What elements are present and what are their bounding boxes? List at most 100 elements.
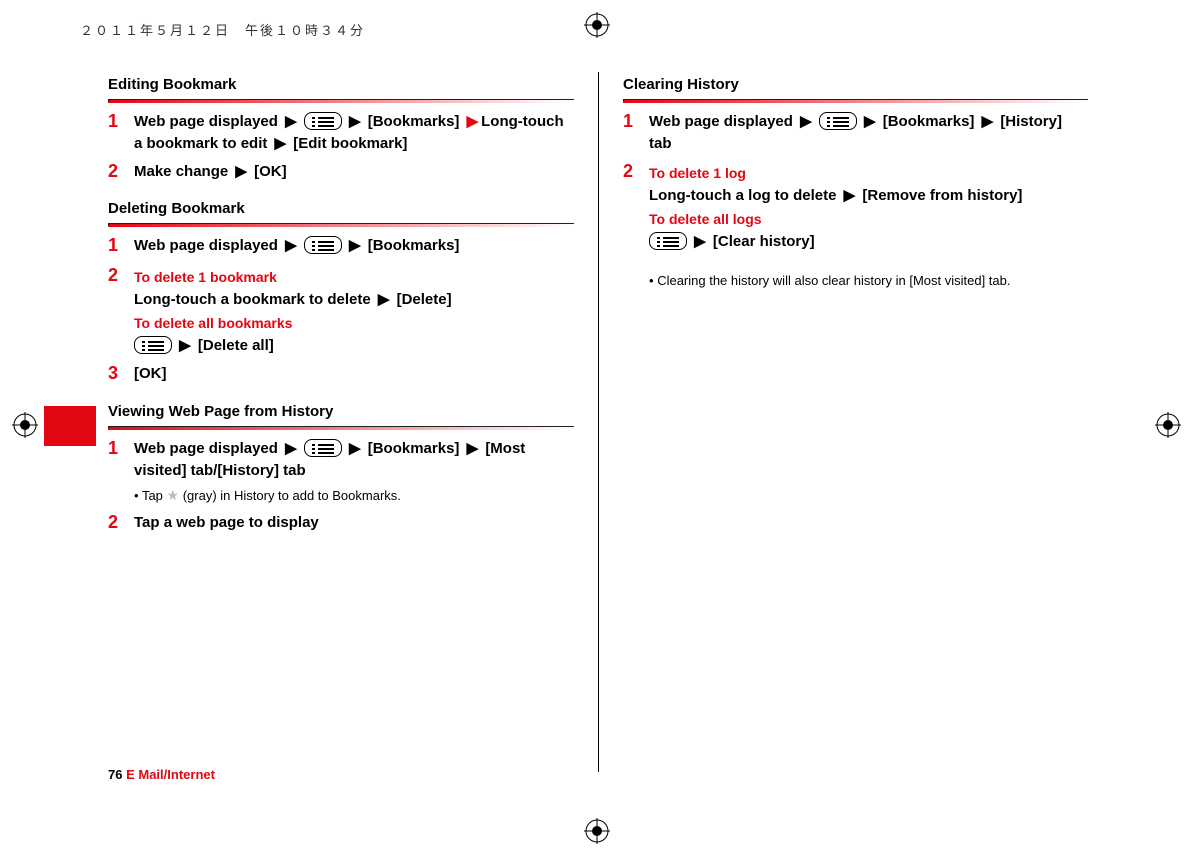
step-body: Web page displayed ▶ ▶ [Bookmarks] ▶Long…	[134, 111, 574, 155]
step-body: Web page displayed ▶ ▶ [Bookmarks]	[134, 235, 574, 257]
text: [Bookmarks]	[368, 440, 460, 457]
section-title-clearing-history: Clearing History	[623, 76, 1088, 93]
print-timestamp: ２０１１年５月１２日 午後１０時３４分	[80, 20, 365, 39]
text: Tap	[142, 488, 167, 503]
text: Web page displayed	[134, 113, 278, 130]
menu-button-icon	[304, 112, 342, 130]
text: [Bookmarks]	[368, 237, 460, 254]
star-icon: ★	[167, 487, 180, 503]
arrow-icon: ▶	[464, 440, 482, 457]
step: 2 To delete 1 bookmark Long-touch a book…	[108, 265, 574, 357]
section-title-editing-bookmark: Editing Bookmark	[108, 76, 574, 93]
arrow-icon: ▶	[691, 233, 709, 250]
page-number: 76	[108, 767, 122, 782]
step-body: Web page displayed ▶ ▶ [Bookmarks] ▶ [Hi…	[649, 111, 1088, 155]
steps-deleting-bookmark: 1 Web page displayed ▶ ▶ [Bookmarks] 2 T…	[108, 235, 574, 385]
step-body: To delete 1 log Long-touch a log to dele…	[649, 161, 1088, 253]
arrow-icon: ▶	[861, 113, 879, 130]
step: 2 To delete 1 log Long-touch a log to de…	[623, 161, 1088, 253]
arrow-icon: ▶	[464, 113, 482, 130]
arrow-icon: ▶	[841, 187, 859, 204]
text: Long-touch a bookmark to delete	[134, 291, 371, 308]
arrow-icon: ▶	[346, 237, 364, 254]
text: Web page displayed	[134, 440, 278, 457]
text: Long-touch a log to delete	[649, 187, 837, 204]
content: Editing Bookmark 1 Web page displayed ▶ …	[108, 72, 1128, 772]
text: [Edit bookmark]	[293, 135, 407, 152]
text: Tap a web page to display	[134, 514, 319, 531]
page: ２０１１年５月１２日 午後１０時３４分 Editing Bookmark 1 W…	[0, 0, 1193, 850]
arrow-icon: ▶	[346, 440, 364, 457]
sub-heading: To delete all logs	[649, 209, 1088, 229]
step: 3 [OK]	[108, 363, 574, 385]
step: 1 Web page displayed ▶ ▶ [Bookmarks] ▶ […	[623, 111, 1088, 155]
step-number: 1	[108, 111, 134, 133]
step: 1 Web page displayed ▶ ▶ [Bookmarks]	[108, 235, 574, 257]
step-number: 1	[108, 235, 134, 257]
arrow-icon: ▶	[979, 113, 997, 130]
text: (gray) in History to add to Bookmarks.	[179, 488, 401, 503]
step-body: Tap a web page to display	[134, 512, 574, 534]
text: Web page displayed	[134, 237, 278, 254]
section-title-viewing-history: Viewing Web Page from History	[108, 403, 574, 420]
text: [OK]	[134, 365, 167, 382]
arrow-icon: ▶	[176, 337, 194, 354]
text: Clearing the history will also clear his…	[657, 273, 1010, 288]
steps-viewing-history: 1 Web page displayed ▶ ▶ [Bookmarks] ▶ […	[108, 438, 574, 534]
section-title-deleting-bookmark: Deleting Bookmark	[108, 200, 574, 217]
page-footer: 76 E Mail/Internet	[108, 767, 215, 782]
title-rule	[108, 426, 574, 428]
sub-heading: To delete 1 log	[649, 163, 1088, 183]
arrow-icon: ▶	[797, 113, 815, 130]
step-number: 2	[623, 161, 649, 183]
text: [Delete]	[397, 291, 452, 308]
step: 1 Web page displayed ▶ ▶ [Bookmarks] ▶Lo…	[108, 111, 574, 155]
arrow-icon: ▶	[282, 113, 300, 130]
bullet-icon: •	[134, 488, 139, 503]
menu-button-icon	[134, 336, 172, 354]
registration-mark-right	[1155, 412, 1181, 438]
step: 1 Web page displayed ▶ ▶ [Bookmarks] ▶ […	[108, 438, 574, 506]
right-column: Clearing History 1 Web page displayed ▶ …	[598, 72, 1088, 772]
menu-button-icon	[649, 232, 687, 250]
steps-editing-bookmark: 1 Web page displayed ▶ ▶ [Bookmarks] ▶Lo…	[108, 111, 574, 182]
steps-clearing-history: 1 Web page displayed ▶ ▶ [Bookmarks] ▶ […	[623, 111, 1088, 253]
sub-heading: To delete 1 bookmark	[134, 267, 574, 287]
arrow-icon: ▶	[375, 291, 393, 308]
step-number: 2	[108, 161, 134, 183]
menu-button-icon	[304, 439, 342, 457]
text: [OK]	[254, 163, 287, 180]
text: [Clear history]	[713, 233, 815, 250]
registration-mark-bottom	[584, 818, 610, 844]
step-number: 2	[108, 265, 134, 287]
step-number: 2	[108, 512, 134, 534]
arrow-icon: ▶	[282, 237, 300, 254]
title-rule	[108, 223, 574, 225]
step-body: [OK]	[134, 363, 574, 385]
step-body: Web page displayed ▶ ▶ [Bookmarks] ▶ [Mo…	[134, 438, 574, 506]
arrow-icon: ▶	[346, 113, 364, 130]
note: • Clearing the history will also clear h…	[649, 271, 1088, 291]
side-tab	[44, 406, 96, 446]
text: [Bookmarks]	[883, 113, 975, 130]
step-body: To delete 1 bookmark Long-touch a bookma…	[134, 265, 574, 357]
text: Make change	[134, 163, 228, 180]
title-rule	[623, 99, 1088, 101]
step-body: Make change ▶ [OK]	[134, 161, 574, 183]
title-rule	[108, 99, 574, 101]
step-number: 1	[108, 438, 134, 460]
text: Web page displayed	[649, 113, 793, 130]
arrow-icon: ▶	[232, 163, 250, 180]
step: 2 Tap a web page to display	[108, 512, 574, 534]
menu-button-icon	[819, 112, 857, 130]
note: • Tap ★ (gray) in History to add to Book…	[134, 485, 574, 506]
step: 2 Make change ▶ [OK]	[108, 161, 574, 183]
sub-heading: To delete all bookmarks	[134, 313, 574, 333]
section-name: E Mail/Internet	[126, 767, 215, 782]
step-number: 3	[108, 363, 134, 385]
text: [Remove from history]	[862, 187, 1022, 204]
step-number: 1	[623, 111, 649, 133]
arrow-icon: ▶	[282, 440, 300, 457]
arrow-icon: ▶	[272, 135, 290, 152]
bullet-icon: •	[649, 273, 654, 288]
